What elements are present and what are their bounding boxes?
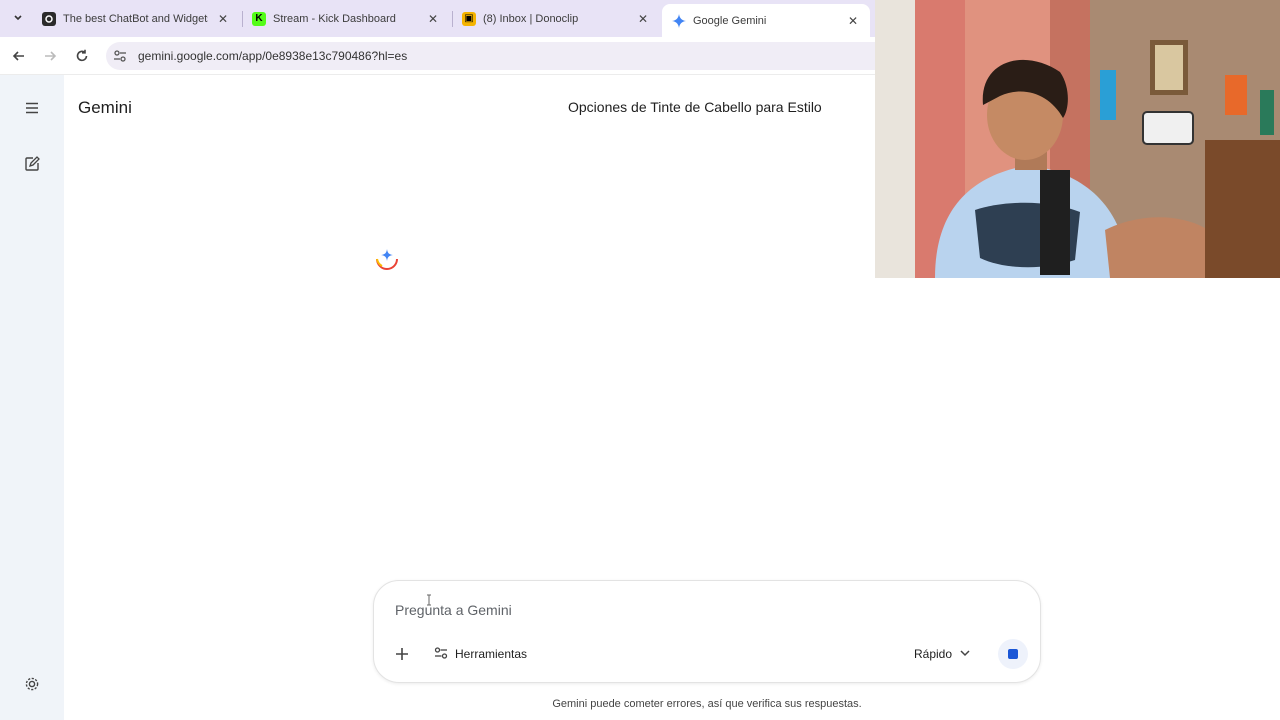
address-bar[interactable]: gemini.google.com/app/0e8938e13c790486?h… <box>106 42 875 70</box>
close-icon[interactable]: ✕ <box>426 12 440 26</box>
gemini-favicon-icon <box>672 13 686 28</box>
model-selector[interactable]: Rápido <box>914 643 970 665</box>
browser-tab[interactable]: The best ChatBot and Widgets ✕ <box>32 2 240 35</box>
close-icon[interactable]: ✕ <box>846 14 860 28</box>
browser-tab[interactable]: ▣ (8) Inbox | Donoclip ✕ <box>452 2 660 35</box>
forward-arrow-icon[interactable] <box>39 45 61 67</box>
browser-tab-active[interactable]: Google Gemini ✕ <box>662 4 870 37</box>
tab-title: (8) Inbox | Donoclip <box>483 12 579 25</box>
webcam-feed-image <box>875 0 1280 278</box>
stop-square-icon <box>1008 649 1018 659</box>
tab-title: Google Gemini <box>693 14 767 27</box>
tab-title: The best ChatBot and Widgets <box>63 12 208 25</box>
tools-sliders-icon <box>434 646 448 662</box>
back-arrow-icon[interactable] <box>8 45 30 67</box>
tab-strip: The best ChatBot and Widgets ✕ K Stream … <box>0 0 875 37</box>
tab-search-chevron-icon[interactable] <box>8 8 28 28</box>
webcam-overlay <box>875 0 1280 278</box>
close-icon[interactable]: ✕ <box>216 12 230 26</box>
kick-favicon-icon: K <box>252 11 266 26</box>
gemini-loading-spinner-icon <box>373 243 401 271</box>
tools-button[interactable]: Herramientas <box>434 643 527 665</box>
site-settings-icon[interactable] <box>106 50 134 62</box>
chatbot-favicon-icon <box>42 11 56 26</box>
reload-icon[interactable] <box>71 45 93 67</box>
tab-title: Stream - Kick Dashboard <box>273 12 396 25</box>
disclaimer-text: Gemini puede cometer errores, así que ve… <box>552 698 862 710</box>
prompt-input[interactable] <box>395 600 995 620</box>
url-text: gemini.google.com/app/0e8938e13c790486?h… <box>138 49 408 63</box>
conversation-title[interactable]: Opciones de Tinte de Cabello para Estilo <box>568 99 822 115</box>
browser-tab[interactable]: K Stream - Kick Dashboard ✕ <box>242 2 450 35</box>
app-brand-title[interactable]: Gemini <box>78 98 132 118</box>
close-icon[interactable]: ✕ <box>636 12 650 26</box>
stop-generation-button[interactable] <box>998 639 1028 669</box>
text-cursor-icon <box>426 594 432 609</box>
prompt-box: Herramientas Rápido <box>373 580 1041 683</box>
chevron-down-icon <box>960 649 970 660</box>
add-attachment-plus-icon[interactable] <box>391 643 413 665</box>
side-rail <box>0 75 64 720</box>
model-label: Rápido <box>914 647 953 661</box>
donoclip-favicon-icon: ▣ <box>462 11 476 26</box>
new-chat-icon[interactable] <box>20 152 44 176</box>
menu-icon[interactable] <box>20 96 44 120</box>
browser-toolbar: gemini.google.com/app/0e8938e13c790486?h… <box>0 37 875 75</box>
tools-label: Herramientas <box>455 647 528 661</box>
settings-gear-icon[interactable] <box>20 672 44 696</box>
